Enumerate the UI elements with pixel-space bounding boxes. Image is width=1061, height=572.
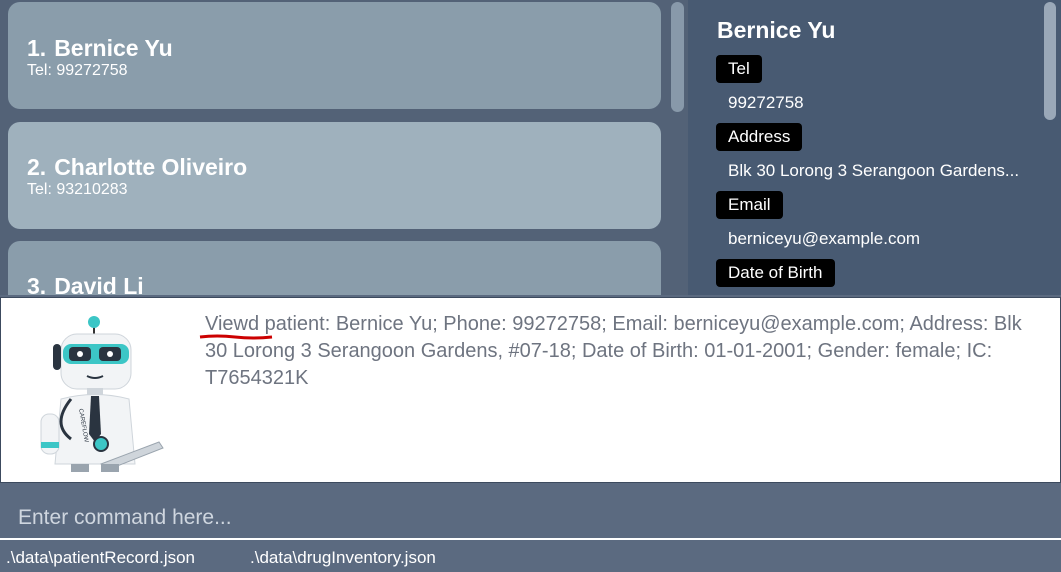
drug-inventory-path: .\data\drugInventory.json	[250, 548, 436, 567]
detail-patient-name: Bernice Yu	[717, 17, 836, 43]
detail-dob-label: Date of Birth	[716, 259, 835, 287]
robot-doctor-mascot-icon: CAREFLOW	[40, 316, 164, 472]
command-input[interactable]	[0, 497, 1061, 538]
status-bar: .\data\patientRecord.json .\data\drugInv…	[0, 542, 1061, 572]
result-display: CAREFLOW Viewd patient: Bernice Yu; Phon…	[0, 297, 1061, 483]
detail-tel-value: 99272758	[728, 93, 804, 112]
patient-card[interactable]: 2. Charlotte Oliveiro Tel: 93210283	[8, 122, 661, 229]
detail-scrollbar[interactable]	[1044, 2, 1056, 120]
patient-card-name: 2. Charlotte Oliveiro	[27, 154, 247, 181]
patient-list[interactable]: 1. Bernice Yu Tel: 99272758 2. Charlotte O…	[0, 0, 688, 295]
patient-card-name: 1. Bernice Yu	[27, 35, 173, 62]
patient-card-index: 3.	[27, 273, 47, 295]
main-area: 1. Bernice Yu Tel: 99272758 2. Charlotte O…	[0, 0, 1061, 295]
patient-list-scrollbar[interactable]	[671, 2, 684, 112]
patient-detail-panel: Bernice Yu Tel 99272758 Address Blk 30 L…	[688, 0, 1061, 295]
patient-card-name-text: David Li	[54, 273, 144, 295]
patient-card-name-text: Bernice Yu	[54, 35, 173, 61]
patient-record-path: .\data\patientRecord.json	[6, 548, 196, 567]
spellcheck-underline	[199, 334, 273, 340]
patient-card[interactable]: 3. David Li	[8, 241, 661, 295]
detail-email-label: Email	[716, 191, 783, 219]
patient-card-index: 2.	[27, 154, 47, 180]
result-message: Viewd patient: Bernice Yu; Phone: 992727…	[205, 313, 1022, 389]
patient-card-tel: Tel: 93210283	[27, 181, 128, 198]
patient-card-index: 1.	[27, 35, 47, 61]
detail-address-label: Address	[716, 123, 803, 151]
patient-card-tel: Tel: 99272758	[27, 62, 128, 79]
patient-card-name-text: Charlotte Oliveiro	[54, 154, 248, 180]
patient-card[interactable]: 1. Bernice Yu Tel: 99272758	[8, 2, 661, 109]
detail-address-value: Blk 30 Lorong 3 Serangoon Gardens...	[728, 161, 1020, 180]
detail-email-value: berniceyu@example.com	[728, 229, 921, 248]
patient-card-name: 3. David Li	[27, 273, 144, 295]
detail-tel-label: Tel	[716, 55, 762, 83]
command-box[interactable]	[0, 497, 1061, 540]
